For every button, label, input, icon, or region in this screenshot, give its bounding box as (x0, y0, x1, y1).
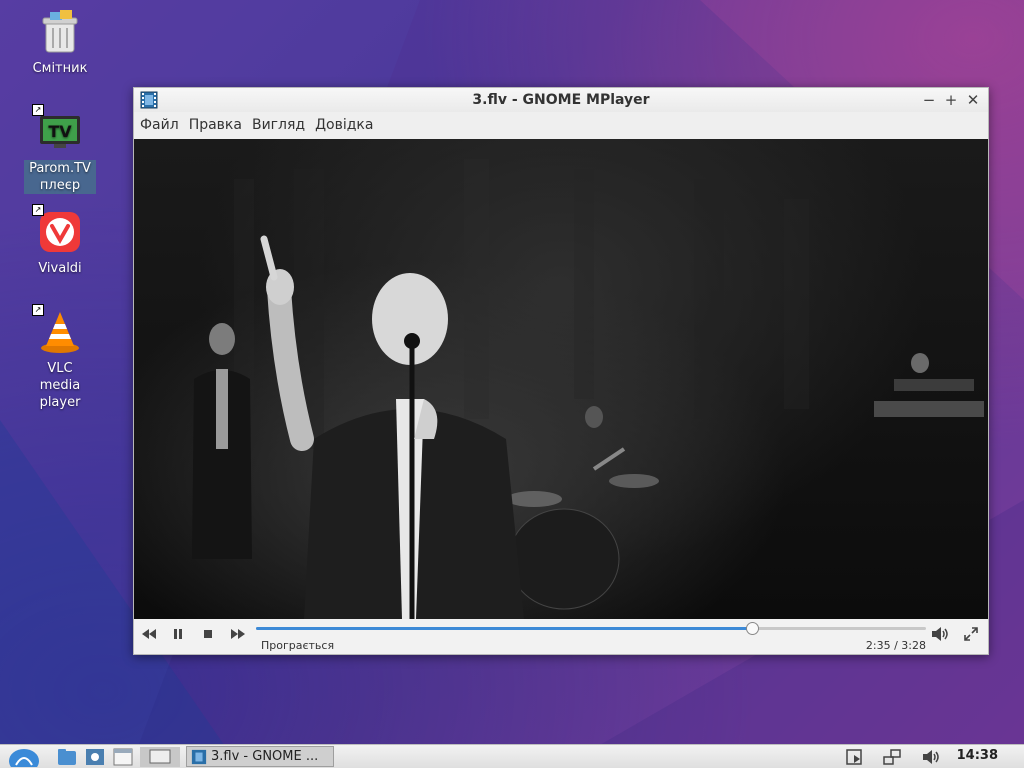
playback-time: 2:35 / 3:28 (865, 639, 926, 652)
window-icon (113, 748, 133, 766)
fullscreen-button[interactable] (961, 626, 981, 642)
playback-controls: Програється 2:35 / 3:28 (134, 619, 988, 654)
clock[interactable]: 14:38 (957, 748, 998, 763)
window-title: 3.flv - GNOME MPlayer (472, 92, 650, 108)
window-titlebar[interactable]: 3.flv - GNOME MPlayer − + ✕ (134, 88, 988, 112)
progress-fill (256, 627, 752, 630)
show-desktop-button[interactable] (140, 747, 180, 767)
vivaldi-icon: ↗ (32, 204, 82, 254)
desktop-icon-parom-tv[interactable]: ↗ TV Parom.TV плеєр (24, 104, 96, 194)
fullscreen-icon (964, 627, 978, 641)
desktop-icon-vivaldi[interactable]: ↗ Vivaldi (24, 204, 96, 277)
menu-edit[interactable]: Правка (189, 115, 242, 135)
tray-network-button[interactable] (880, 747, 904, 767)
progress-slider[interactable] (256, 622, 926, 635)
desktop-icon-vlc[interactable]: ↗ VLC media player (24, 304, 96, 411)
desktop-icon-label: Смітник (32, 61, 88, 76)
shortcut-arrow-icon: ↗ (32, 204, 44, 216)
mplayer-window: 3.flv - GNOME MPlayer − + ✕ Файл Правка … (133, 87, 989, 655)
menu-help[interactable]: Довідка (315, 115, 373, 135)
shortcut-arrow-icon: ↗ (32, 104, 44, 116)
pause-icon (174, 629, 182, 639)
desktop-icon-label: Vivaldi (38, 261, 82, 276)
volume-button[interactable] (931, 626, 951, 642)
menu-file[interactable]: Файл (140, 115, 179, 135)
volume-icon (923, 750, 939, 764)
progress-handle[interactable] (745, 622, 759, 635)
file-manager-launcher[interactable] (56, 747, 78, 767)
fast-forward-icon (231, 629, 245, 639)
playback-status: Програється (261, 639, 335, 652)
film-icon (191, 749, 207, 764)
video-area[interactable] (134, 139, 988, 619)
menu-view[interactable]: Вигляд (252, 115, 305, 135)
rewind-icon (142, 629, 156, 639)
close-button[interactable]: ✕ (964, 90, 982, 110)
media-tray-icon (846, 749, 862, 765)
control-panel-launcher[interactable] (84, 747, 106, 767)
browser-launcher[interactable] (112, 747, 134, 767)
rewind-button[interactable] (139, 626, 159, 642)
fast-forward-button[interactable] (228, 626, 248, 642)
settings-icon (86, 749, 104, 765)
volume-icon (932, 627, 948, 641)
menubar: Файл Правка Вигляд Довідка (134, 112, 988, 138)
minimize-button[interactable]: − (920, 90, 938, 110)
tray-volume-button[interactable] (920, 747, 944, 767)
film-icon (140, 91, 158, 109)
network-icon (883, 749, 901, 765)
pause-button[interactable] (168, 626, 188, 642)
taskbar: 3.flv - GNOME ... 14:38 (0, 744, 1024, 768)
trash-icon (38, 10, 82, 54)
svg-text:TV: TV (48, 122, 72, 141)
start-menu-button[interactable] (4, 747, 44, 767)
desktop-icon-label: VLC media player (39, 361, 81, 410)
desktop-icon-label: Parom.TV плеєр (24, 160, 96, 194)
maximize-button[interactable]: + (942, 90, 960, 110)
desktop-icon (149, 749, 171, 764)
shortcut-arrow-icon: ↗ (32, 304, 44, 316)
tv-icon: ↗ TV (32, 104, 82, 154)
task-button-mplayer[interactable]: 3.flv - GNOME ... (186, 746, 334, 767)
tray-media-icon-button[interactable] (844, 747, 866, 767)
folder-icon (58, 749, 76, 765)
stop-icon (204, 630, 212, 638)
desktop-icon-trash[interactable]: Смітник (24, 10, 96, 77)
video-frame (192, 159, 984, 619)
task-button-label: 3.flv - GNOME ... (211, 749, 319, 764)
stop-button[interactable] (198, 626, 218, 642)
vlc-icon: ↗ (32, 304, 82, 354)
start-menu-icon (9, 749, 39, 767)
